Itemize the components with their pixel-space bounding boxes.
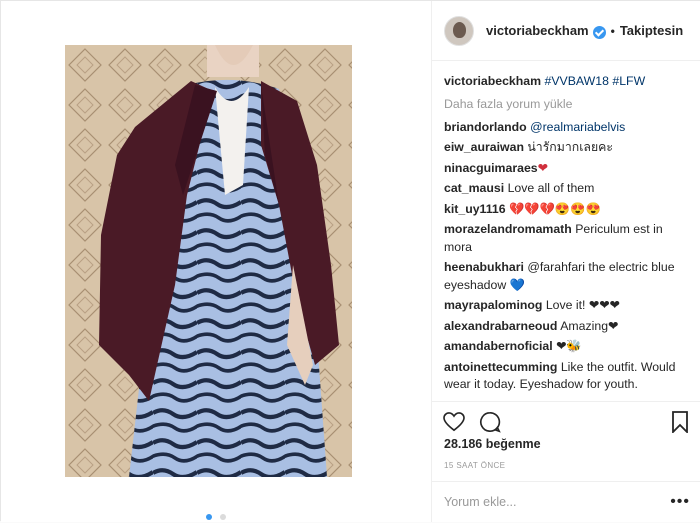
comment-username[interactable]: heenabukhari: [444, 260, 524, 274]
add-comment-bar: •••: [432, 481, 700, 522]
comment-username[interactable]: cat_mausi: [444, 181, 504, 195]
heart-icon[interactable]: [442, 410, 466, 434]
comment-bubble-icon[interactable]: [478, 410, 502, 434]
comment-item: ninacguimaraes❤: [444, 160, 688, 178]
photo-panel: [1, 1, 431, 522]
avatar[interactable]: [444, 15, 474, 46]
comment-text: ❤: [537, 160, 548, 175]
like-count[interactable]: 28.186 beğenme: [444, 437, 541, 451]
verified-badge-icon: [592, 26, 606, 39]
comment-username[interactable]: eiw_auraiwan: [444, 140, 524, 154]
action-bar: [432, 401, 700, 441]
comment-text[interactable]: @realmariabelvis: [530, 120, 625, 134]
comment-item: cat_mausi Love all of them: [444, 180, 688, 198]
comment-item: mayrapalominog Love it! ❤❤❤: [444, 297, 688, 315]
comment-item: alexandrabarneoud Amazing❤: [444, 318, 688, 336]
comment-text: Amazing❤: [560, 318, 619, 333]
comment-item: morazelandromamath Periculum est in mora: [444, 221, 688, 256]
post-sidebar: victoriabeckham • Takiptesin victoriabec…: [431, 1, 700, 522]
bookmark-icon[interactable]: [668, 410, 692, 434]
instagram-post-modal: victoriabeckham • Takiptesin victoriabec…: [0, 0, 700, 522]
comment-item: eiw_auraiwan น่ารักมากเลยคะ: [444, 139, 688, 157]
comment-item: heenabukhari @farahfari the electric blu…: [444, 259, 688, 294]
comment-item: kit_uy1116 💔💔💔😍😍😍: [444, 201, 688, 219]
comment-username[interactable]: briandorlando: [444, 120, 527, 134]
caption-username[interactable]: victoriabeckham: [444, 74, 541, 88]
post-timestamp: 15 SAAT ÖNCE: [444, 461, 506, 470]
header-username[interactable]: victoriabeckham: [486, 23, 589, 38]
comment-username[interactable]: amandabernoficial: [444, 339, 553, 353]
post-header: victoriabeckham • Takiptesin: [432, 1, 700, 61]
carousel-dot-active[interactable]: [206, 514, 213, 520]
caption-hashtags[interactable]: #VVBAW18 #LFW: [544, 74, 645, 88]
carousel-dot[interactable]: [219, 514, 226, 520]
comment-username[interactable]: morazelandromamath: [444, 222, 572, 236]
following-button[interactable]: Takiptesin: [620, 23, 683, 38]
comment-username[interactable]: mayrapalominog: [444, 298, 542, 312]
comment-text: น่ารักมากเลยคะ: [527, 140, 613, 154]
comment-username[interactable]: ninacguimaraes: [444, 161, 538, 175]
more-options-icon[interactable]: •••: [670, 493, 690, 511]
fashion-photo-illustration: [65, 45, 352, 477]
comment-text: Love it! ❤❤❤: [545, 298, 620, 312]
caption: victoriabeckham #VVBAW18 #LFW: [444, 73, 688, 91]
header-separator: •: [610, 23, 615, 38]
comment-text: Love all of them: [507, 181, 595, 195]
comment-text: ❤🐝: [556, 339, 582, 353]
comment-input[interactable]: [444, 495, 664, 509]
comment-username[interactable]: alexandrabarneoud: [444, 319, 557, 333]
comments-list: victoriabeckham #VVBAW18 #LFW Daha fazla…: [432, 61, 700, 401]
load-more-comments-button[interactable]: Daha fazla yorum yükle: [444, 97, 688, 111]
comment-username[interactable]: kit_uy1116: [444, 202, 506, 216]
comment-item: amandabernoficial ❤🐝: [444, 338, 688, 356]
comment-text: 💔💔💔😍😍😍: [508, 201, 601, 216]
comment-username[interactable]: antoinettecumming: [444, 360, 557, 374]
comment-item: briandorlando @realmariabelvis: [444, 119, 688, 137]
comment-item: antoinettecumming Like the outfit. Would…: [444, 359, 688, 394]
post-photo[interactable]: [65, 45, 352, 477]
